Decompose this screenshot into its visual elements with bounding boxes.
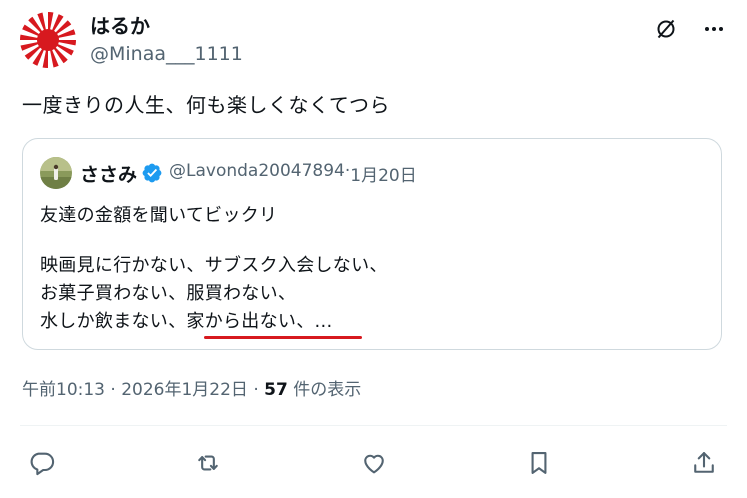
tweet-time[interactable]: 午前10:13	[22, 380, 105, 400]
author-handle[interactable]: @Minaa___1111	[90, 42, 243, 66]
reply-icon	[30, 452, 55, 476]
author-block: はるか @Minaa___1111	[90, 14, 243, 66]
action-bar	[22, 446, 722, 480]
quoted-tweet-header: ささみ @Lavonda20047894 · 1月20日	[40, 157, 417, 189]
rising-sun-avatar-image	[20, 12, 76, 68]
quoted-line: 水しか飲まない、家から出ない、...	[40, 311, 333, 332]
quoted-line: 映画見に行かない、サブスク入会しない、	[40, 255, 388, 276]
red-underline-annotation	[204, 336, 362, 339]
heart-icon	[364, 454, 384, 474]
tweet-date[interactable]: 2026年1月22日	[121, 380, 248, 400]
retweet-button[interactable]	[190, 446, 226, 480]
meta-separator: ·	[247, 380, 265, 400]
quoted-meta: @Lavonda20047894 · 1月20日	[169, 161, 417, 186]
quoted-tweet-card[interactable]: ささみ @Lavonda20047894 · 1月20日 友達の金額を聞いてビッ…	[22, 138, 722, 350]
bookmark-icon	[531, 452, 547, 474]
quoted-author-handle[interactable]: @Lavonda20047894	[169, 161, 345, 186]
avatar[interactable]	[20, 12, 76, 68]
divider	[20, 425, 727, 426]
bookmark-button[interactable]	[521, 446, 557, 480]
author-display-name[interactable]: はるか	[90, 14, 243, 38]
verified-badge-icon	[142, 163, 162, 183]
quoted-author-display-name[interactable]: ささみ	[80, 160, 137, 187]
share-button[interactable]	[686, 446, 722, 480]
quoted-line: お菓子買わない、服買わない、	[40, 283, 297, 304]
tweet-page: はるか @Minaa___1111 一度きりの人生、何も楽しくなくてつら ささみ…	[0, 0, 747, 498]
quoted-tweet-text: 友達の金額を聞いてビックリ 映画見に行かない、サブスク入会しない、 お菓子買わな…	[40, 201, 388, 335]
header-actions	[649, 12, 731, 46]
views-label: 件の表示	[287, 380, 362, 400]
quoted-author-avatar[interactable]	[40, 157, 72, 189]
quoted-date[interactable]: 1月20日	[350, 161, 416, 186]
more-icon[interactable]	[697, 12, 731, 46]
meta-separator: ·	[105, 380, 122, 400]
quoted-line-blank	[40, 229, 388, 251]
like-button[interactable]	[356, 446, 392, 480]
share-icon	[694, 452, 714, 473]
tweet-header: はるか @Minaa___1111	[20, 12, 731, 68]
tweet-meta: 午前10:13 · 2026年1月22日 · 57 件の表示	[22, 378, 361, 402]
retweet-icon	[198, 455, 218, 471]
tweet-text: 一度きりの人生、何も楽しくなくてつら	[22, 93, 390, 117]
quoted-line: 友達の金額を聞いてビックリ	[40, 205, 278, 226]
field-photo-avatar-image	[40, 157, 72, 189]
reply-button[interactable]	[24, 446, 60, 480]
views-count: 57	[264, 380, 288, 400]
grok-icon[interactable]	[649, 12, 683, 46]
